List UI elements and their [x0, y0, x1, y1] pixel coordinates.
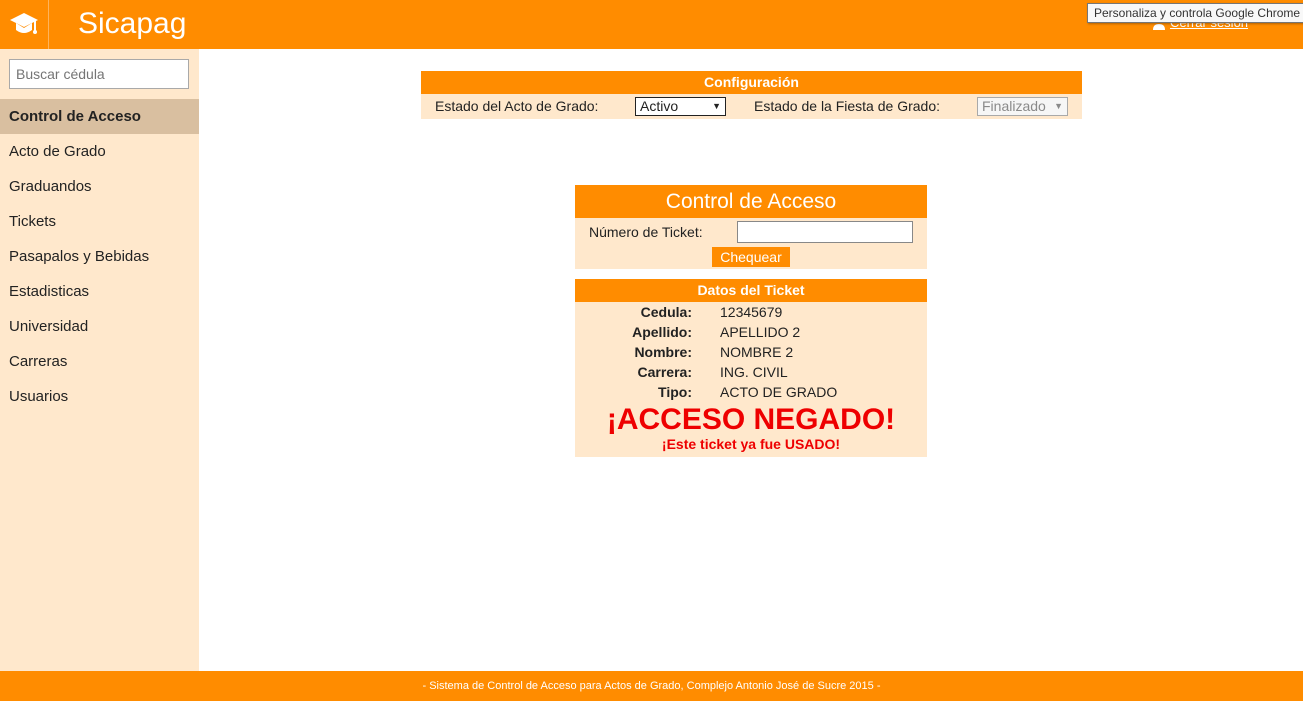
sidebar-item-usuarios[interactable]: Usuarios — [0, 379, 199, 414]
sidebar-item-graduandos[interactable]: Graduandos — [0, 169, 199, 204]
ticket-used-message: ¡Este ticket ya fue USADO! — [661, 436, 841, 452]
ticket-field-label: Apellido: — [632, 324, 692, 340]
sidebar-item-acto-de-grado[interactable]: Acto de Grado — [0, 134, 199, 169]
ticket-field-label: Nombre: — [634, 344, 692, 360]
logo[interactable] — [0, 0, 49, 49]
sidebar: Control de Acceso Acto de Grado Graduand… — [0, 49, 199, 671]
config-row: Estado del Acto de Grado: Activo ▼ Estad… — [421, 94, 1082, 119]
ticket-number-input[interactable] — [737, 221, 913, 243]
config-panel: Configuración Estado del Acto de Grado: … — [421, 71, 1082, 119]
sidebar-item-estadisticas[interactable]: Estadisticas — [0, 274, 199, 309]
config-title: Configuración — [421, 71, 1082, 94]
access-denied-message: ¡ACCESO NEGADO! — [606, 403, 896, 436]
ticket-field-value: NOMBRE 2 — [720, 344, 794, 360]
ticket-number-label: Número de Ticket: — [589, 224, 703, 240]
acto-status-label: Estado del Acto de Grado: — [435, 98, 599, 114]
acto-status-select[interactable]: Activo ▼ — [635, 97, 726, 116]
fiesta-status-select: Finalizado ▼ — [977, 97, 1068, 116]
fiesta-status-value: Finalizado — [982, 98, 1046, 114]
sidebar-item-carreras[interactable]: Carreras — [0, 344, 199, 379]
ticket-field-value: APELLIDO 2 — [720, 324, 801, 340]
acto-status-value: Activo — [640, 98, 679, 114]
ticket-field-value: ACTO DE GRADO — [720, 384, 838, 400]
ticket-row-carrera: Carrera: ING. CIVIL — [575, 362, 927, 382]
fiesta-status-label: Estado de la Fiesta de Grado: — [754, 98, 940, 114]
top-bar: Sicapag Cerrar sesión Personaliza y cont… — [0, 0, 1303, 49]
ticket-data-panel: Datos del Ticket Cedula: 12345679 Apelli… — [575, 279, 927, 457]
sidebar-item-pasapalos[interactable]: Pasapalos y Bebidas — [0, 239, 199, 274]
ticket-field-value: 12345679 — [720, 304, 783, 320]
dropdown-arrow-icon: ▼ — [712, 101, 721, 111]
footer: - Sistema de Control de Acceso para Acto… — [0, 671, 1303, 701]
app-title: Sicapag — [78, 7, 187, 40]
check-button[interactable]: Chequear — [712, 247, 790, 267]
browser-tooltip: Personaliza y controla Google Chrome — [1087, 3, 1303, 23]
ticket-row-nombre: Nombre: NOMBRE 2 — [575, 342, 927, 362]
access-control-title: Control de Acceso — [575, 185, 927, 218]
ticket-field-label: Cedula: — [640, 304, 692, 320]
sidebar-item-control-de-acceso[interactable]: Control de Acceso — [0, 99, 199, 134]
sidebar-item-tickets[interactable]: Tickets — [0, 204, 199, 239]
ticket-field-value: ING. CIVIL — [720, 364, 788, 380]
ticket-row-tipo: Tipo: ACTO DE GRADO — [575, 382, 927, 402]
access-control-panel: Control de Acceso Número de Ticket: Cheq… — [575, 185, 927, 269]
search-input[interactable] — [9, 59, 189, 89]
ticket-data-title: Datos del Ticket — [575, 279, 927, 302]
graduation-cap-icon — [10, 12, 38, 34]
dropdown-arrow-icon: ▼ — [1054, 101, 1063, 111]
ticket-row-apellido: Apellido: APELLIDO 2 — [575, 322, 927, 342]
ticket-field-label: Tipo: — [658, 384, 692, 400]
ticket-row-cedula: Cedula: 12345679 — [575, 302, 927, 322]
sidebar-nav: Control de Acceso Acto de Grado Graduand… — [0, 99, 199, 414]
ticket-field-label: Carrera: — [637, 364, 692, 380]
sidebar-item-universidad[interactable]: Universidad — [0, 309, 199, 344]
